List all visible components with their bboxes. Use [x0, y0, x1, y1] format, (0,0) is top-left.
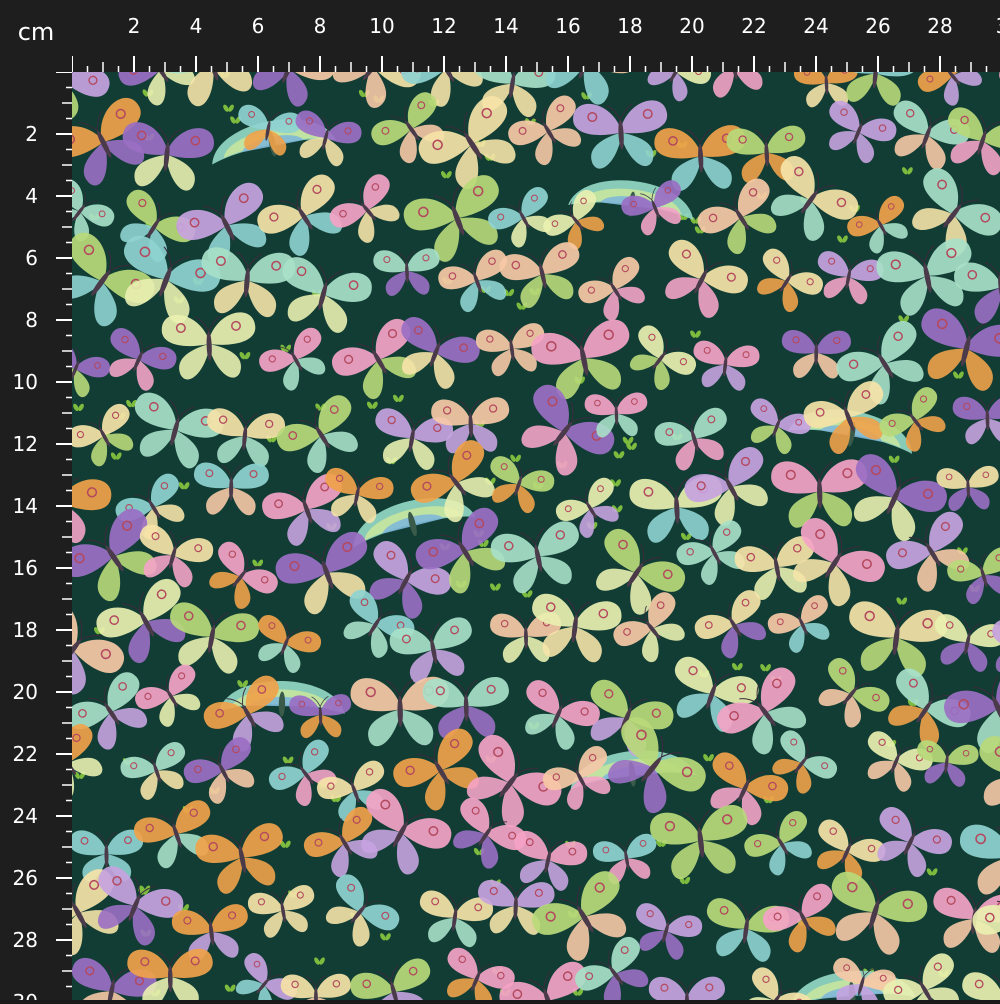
left-ruler-label: 14 — [13, 494, 38, 518]
top-ruler-label: 12 — [431, 14, 456, 38]
left-ruler-label: 2 — [25, 122, 38, 146]
top-ruler-label: 22 — [741, 14, 766, 38]
top-ruler-label: 24 — [803, 14, 828, 38]
top-ruler-label: 8 — [314, 14, 327, 38]
ruler-corner: cm — [0, 0, 72, 72]
top-ruler-label: 2 — [128, 14, 141, 38]
left-ruler-label: 28 — [13, 928, 38, 952]
top-ruler-label: 28 — [927, 14, 952, 38]
left-ruler-label: 12 — [13, 432, 38, 456]
top-ruler-label: 16 — [555, 14, 580, 38]
top-ruler-label: 6 — [252, 14, 265, 38]
left-ruler-label: 6 — [25, 246, 38, 270]
left-ruler-label: 24 — [13, 804, 38, 828]
butterfly-fabric-pattern — [72, 72, 1000, 1000]
top-ruler-label: 4 — [190, 14, 203, 38]
left-ruler: 24681012141618202224262830 — [0, 72, 72, 1000]
top-ruler-label: 10 — [369, 14, 394, 38]
top-ruler-svg: 2468101214161820222426283 — [72, 0, 1000, 72]
ruler-unit-label: cm — [0, 18, 72, 46]
left-ruler-label: 20 — [13, 680, 38, 704]
left-ruler-label: 18 — [13, 618, 38, 642]
top-ruler-label: 26 — [865, 14, 890, 38]
top-ruler-label: 3 — [996, 14, 1000, 38]
top-ruler: 2468101214161820222426283 — [72, 0, 1000, 72]
left-ruler-label: 30 — [13, 990, 38, 1000]
top-ruler-label: 14 — [493, 14, 518, 38]
left-ruler-svg: 24681012141618202224262830 — [0, 72, 72, 1000]
left-ruler-label: 22 — [13, 742, 38, 766]
left-ruler-label: 26 — [13, 866, 38, 890]
left-ruler-label: 10 — [13, 370, 38, 394]
left-ruler-label: 16 — [13, 556, 38, 580]
top-ruler-label: 20 — [679, 14, 704, 38]
top-ruler-label: 18 — [617, 14, 642, 38]
left-ruler-label: 8 — [25, 308, 38, 332]
butterfly-pattern-svg — [72, 72, 1000, 1000]
left-ruler-label: 4 — [25, 184, 38, 208]
